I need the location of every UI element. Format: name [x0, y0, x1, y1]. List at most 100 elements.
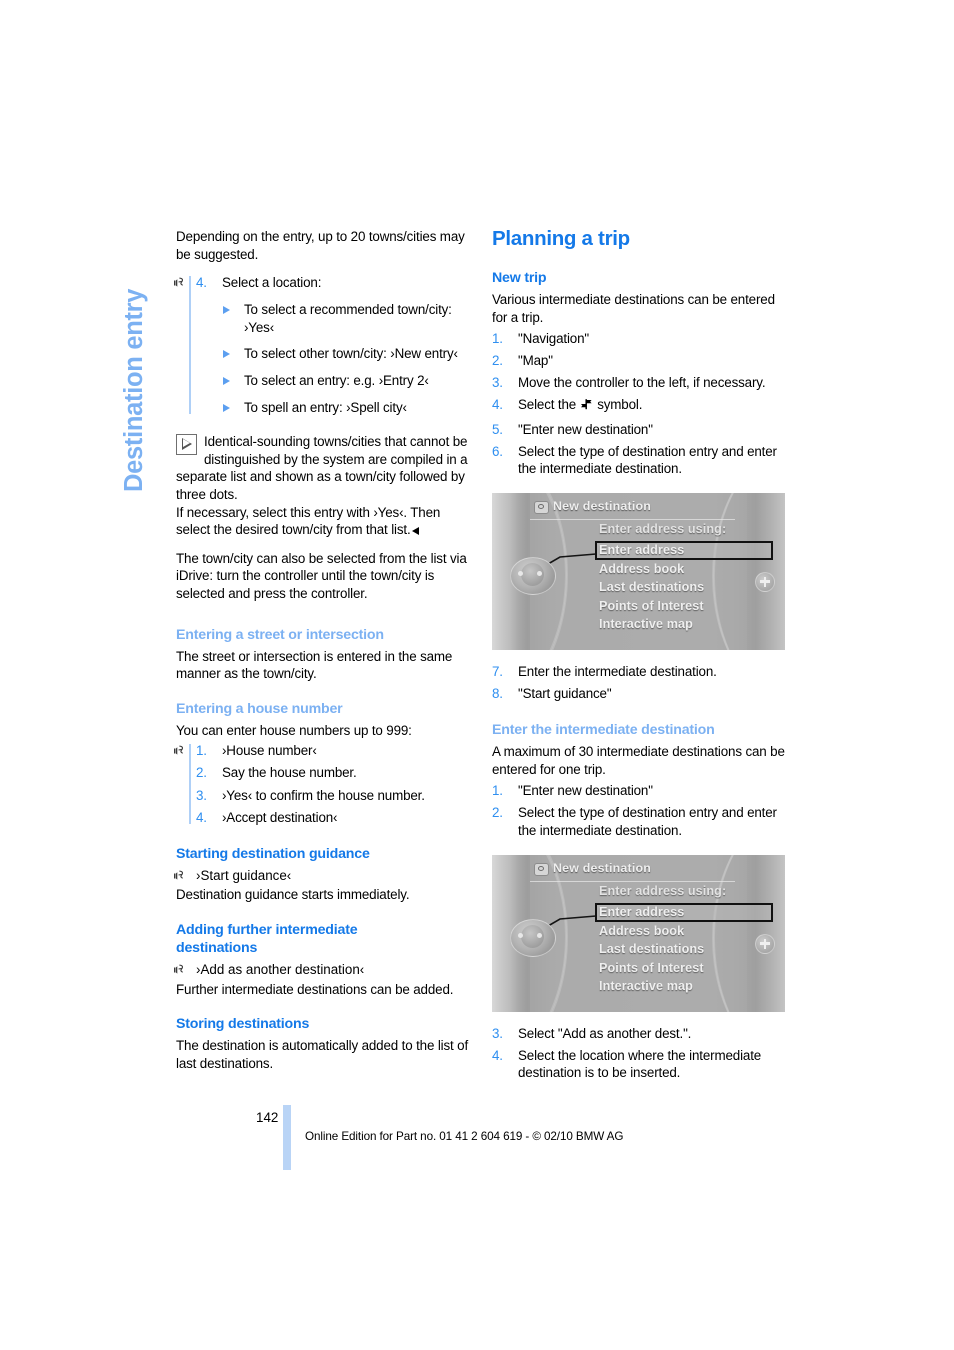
add-destination-command-text: ›Add as another destination‹	[196, 961, 365, 977]
list-item: 2. Select the type of destination entry …	[492, 804, 788, 839]
idrive-menu-item-last-destinations[interactable]: Last destinations	[599, 940, 774, 959]
idrive-screenshot-new-destination-1: New destination Enter address using: Ent…	[492, 492, 785, 650]
idrive-menu-item-interactive-map[interactable]: Interactive map	[599, 977, 774, 996]
add-destination-command: ›Add as another destination‹	[172, 961, 472, 979]
voice-command-icon	[172, 867, 187, 883]
idrive-menu-item-last-destinations[interactable]: Last destinations	[599, 578, 774, 597]
heading-storing-destinations: Storing destinations	[176, 1016, 310, 1033]
step-text: Select a location:	[222, 275, 322, 291]
list-item: 1. "Enter new destination"	[492, 782, 788, 800]
idrive-menu-item-enter-address[interactable]: Enter address	[595, 540, 773, 560]
heading-adding-further-destinations: Adding further intermediate destinations	[176, 921, 358, 956]
step-text: "Enter new destination"	[518, 783, 653, 799]
starting-guidance-body: Destination guidance starts immediately.	[176, 887, 410, 903]
note-block: Identical-sounding towns/cities that can…	[176, 433, 472, 503]
idrive-subtitle: Enter address using:	[599, 883, 727, 898]
idrive-menu-item-points-of-interest[interactable]: Points of Interest	[599, 597, 774, 616]
list-item: 4. Select a location:	[196, 274, 472, 292]
idrive-menu-item-address-book[interactable]: Address book	[599, 922, 774, 941]
new-trip-intro: Various intermediate destinations can be…	[492, 292, 775, 325]
idrive-controller-knob[interactable]	[510, 555, 556, 595]
house-number-steps-block: 1. ›House number‹ 2. Say the house numbe…	[172, 742, 472, 826]
select-location-block: 4. Select a location: To select a recomm…	[172, 274, 472, 417]
list-item: 2. "Map"	[492, 352, 788, 370]
list-item: 3. ›Yes‹ to confirm the house number.	[196, 787, 472, 805]
footer-accent-bar	[283, 1105, 291, 1170]
list-item: To select other town/city: ›New entry‹	[222, 345, 472, 363]
idrive-plus-button[interactable]	[755, 571, 775, 592]
step-number: 3.	[492, 1025, 503, 1041]
idrive-title-icon	[534, 862, 549, 876]
note-triangle-icon	[176, 434, 197, 456]
idrive-menu-item-points-of-interest[interactable]: Points of Interest	[599, 959, 774, 978]
list-item: 1. ›House number‹	[196, 742, 472, 760]
step-number: 4.	[196, 275, 207, 291]
start-guidance-command: ›Start guidance‹	[172, 867, 472, 885]
list-item: 7. Enter the intermediate destination.	[492, 663, 788, 681]
step-number: 4.	[492, 1047, 503, 1063]
step-text: ›House number‹	[222, 743, 317, 759]
idrive-paragraph: The town/city can also be selected from …	[176, 550, 467, 601]
idrive-controller-knob[interactable]	[510, 917, 556, 957]
step-text: ›Accept destination‹	[222, 809, 338, 825]
new-trip-steps: 1. "Navigation" 2. "Map" 3. Move the con…	[492, 330, 788, 478]
entering-street-body: The street or intersection is entered in…	[176, 648, 453, 682]
step-text-before: Select the	[518, 397, 580, 413]
voice-command-icon	[172, 275, 187, 291]
footer-copyright: Online Edition for Part no. 01 41 2 604 …	[305, 1130, 624, 1143]
house-number-steps: 1. ›House number‹ 2. Say the house numbe…	[196, 742, 472, 826]
step-text: Select the type of destination entry and…	[518, 805, 777, 838]
idrive-menu-item-address-book[interactable]: Address book	[599, 560, 774, 579]
step-text: "Enter new destination"	[518, 421, 653, 437]
step-text: "Navigation"	[518, 331, 589, 347]
adding-destinations-body: Further intermediate destinations can be…	[176, 981, 454, 997]
step-number: 2.	[196, 765, 207, 781]
end-of-note-marker	[411, 527, 419, 536]
idrive-title: New destination	[553, 860, 652, 875]
right-column: Planning a trip New trip Various interme…	[492, 228, 788, 1086]
voice-command-icon	[172, 961, 187, 977]
heading-entering-house-number: Entering a house number	[176, 700, 343, 717]
heading-enter-intermediate-destination: Enter the intermediate destination	[492, 722, 715, 739]
heading-new-trip: New trip	[492, 270, 547, 286]
idrive-menu-item-enter-address[interactable]: Enter address	[595, 902, 773, 922]
step-text: Select the location where the intermedia…	[518, 1047, 762, 1081]
step-text: "Start guidance"	[518, 685, 612, 701]
idrive-plus-button[interactable]	[755, 933, 775, 954]
list-item: To select a recommended town/city: ›Yes‹	[222, 301, 472, 336]
step-number: 2.	[492, 805, 503, 821]
intro-paragraph: Depending on the entry, up to 20 towns/c…	[176, 229, 465, 262]
note-text: Identical-sounding towns/cities that can…	[176, 434, 468, 503]
step-text-after: symbol.	[593, 397, 643, 413]
step-text: Say the house number.	[222, 765, 357, 781]
heading-starting-destination-guidance: Starting destination guidance	[176, 845, 370, 862]
entering-house-number-body: You can enter house numbers up to 999:	[176, 722, 412, 738]
idrive-menu-item-interactive-map[interactable]: Interactive map	[599, 615, 774, 634]
heading-entering-street: Entering a street or intersection	[176, 626, 384, 643]
step-text: ›Yes‹ to confirm the house number.	[222, 787, 425, 803]
list-item: 1. "Navigation"	[492, 330, 788, 348]
list-item: 4. Select the symbol.	[492, 396, 788, 416]
left-column: Depending on the entry, up to 20 towns/c…	[172, 228, 472, 1075]
step-number: 4.	[196, 809, 207, 825]
list-item: 8. "Start guidance"	[492, 685, 788, 703]
idrive-title: New destination	[553, 498, 652, 513]
voice-command-rule	[189, 276, 191, 415]
idrive-title-icon	[534, 500, 549, 514]
list-item: 4. Select the location where the interme…	[492, 1047, 788, 1082]
step-number: 4.	[492, 397, 503, 413]
list-item: To spell an entry: ›Spell city‹	[222, 399, 472, 417]
idrive-menu-list: Enter address Address book Last destinat…	[595, 540, 774, 634]
step-number: 1.	[492, 331, 503, 347]
step-number: 5.	[492, 421, 503, 437]
chapter-tab: Destination entry	[112, 222, 156, 492]
idrive-menu-list: Enter address Address book Last destinat…	[595, 902, 774, 996]
note-text-2: If necessary, select this entry with ›Ye…	[176, 504, 472, 539]
idrive-subtitle: Enter address using:	[599, 521, 727, 536]
step-number: 1.	[492, 783, 503, 799]
step-text: Move the controller to the left, if nece…	[518, 375, 766, 391]
list-item: To select an entry: e.g. ›Entry 2‹	[222, 372, 472, 390]
new-trip-steps-continued: 7. Enter the intermediate destination. 8…	[492, 663, 788, 703]
list-item: 4. ›Accept destination‹	[196, 809, 472, 827]
list-item: 2. Say the house number.	[196, 764, 472, 782]
